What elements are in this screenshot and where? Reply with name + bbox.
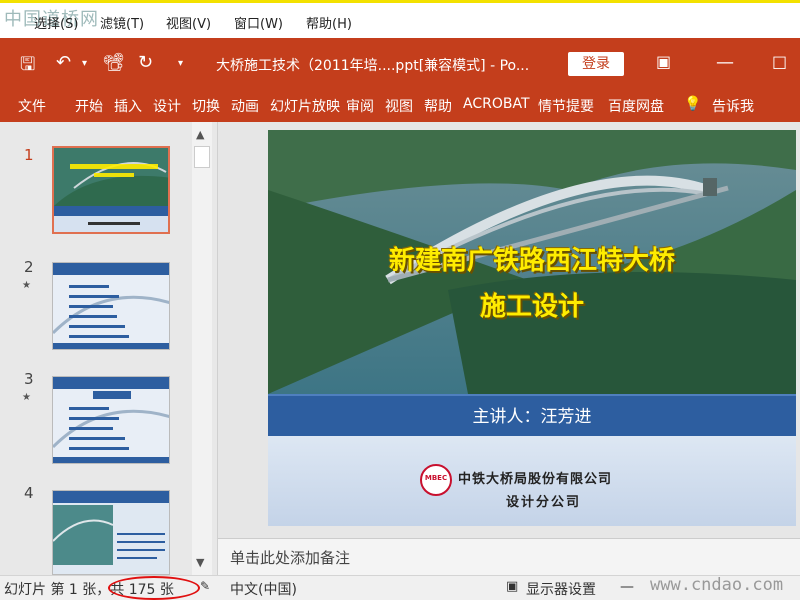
thumb-1-preview <box>54 148 168 232</box>
scrollbar-thumb[interactable] <box>194 146 210 168</box>
menu-select[interactable]: 选择(S) <box>34 13 78 32</box>
animation-star-icon: ★ <box>22 392 31 403</box>
menu-help[interactable]: 帮助(H) <box>306 13 352 32</box>
notes-pane[interactable]: 单击此处添加备注 <box>218 538 800 575</box>
display-settings-button[interactable]: 显示器设置 <box>526 579 596 599</box>
customize-icon[interactable]: ▾ <box>178 58 183 69</box>
animation-star-icon: ★ <box>22 280 31 291</box>
slide-thumbnail-2[interactable] <box>52 262 170 350</box>
display-settings-icon[interactable]: ▣ <box>506 579 518 594</box>
tab-help[interactable]: 帮助 <box>424 96 452 116</box>
company-name: 中铁大桥局股份有限公司 <box>458 472 613 487</box>
watermark-url: www.cndao.com <box>650 575 784 595</box>
thumb-3-preview <box>53 377 169 463</box>
presenter-band: 主讲人：汪芳进 <box>268 394 796 436</box>
tab-file[interactable]: 文件 <box>18 96 46 116</box>
tab-tell-me[interactable]: 告诉我 <box>712 96 754 116</box>
thumbnail-scrollbar[interactable]: ▲ ▼ <box>192 122 212 575</box>
slide-thumbnail-1[interactable] <box>52 146 170 234</box>
tab-home[interactable]: 开始 <box>75 96 103 116</box>
redo-icon[interactable]: ↻ <box>138 52 153 73</box>
slide-title-line-2: 施工设计 <box>479 292 584 322</box>
slide-number-4: 4 <box>24 484 34 502</box>
tab-storyboard[interactable]: 情节提要 <box>538 96 594 116</box>
tab-view[interactable]: 视图 <box>385 96 413 116</box>
menu-filter[interactable]: 滤镜(T) <box>100 13 144 32</box>
ribbon-display-icon[interactable]: ▣ <box>656 52 671 71</box>
logo-text: MBEC <box>424 474 448 482</box>
current-slide[interactable]: 新建南广铁路西江特大桥 施工设计 主讲人：汪芳进 MBEC 中铁大桥局股份有限公… <box>268 130 796 526</box>
spellcheck-icon[interactable]: ✎ <box>200 579 210 593</box>
chevron-down-icon[interactable]: ▾ <box>82 58 87 69</box>
tab-insert[interactable]: 插入 <box>114 96 142 116</box>
language-status[interactable]: 中文(中国) <box>230 579 297 599</box>
slide-editor: 新建南广铁路西江特大桥 施工设计 主讲人：汪芳进 MBEC 中铁大桥局股份有限公… <box>218 122 800 538</box>
login-button[interactable]: 登录 <box>568 52 624 76</box>
tab-review[interactable]: 审阅 <box>346 96 374 116</box>
slide-footer: MBEC 中铁大桥局股份有限公司 设计分公司 <box>268 436 796 526</box>
undo-icon[interactable]: ↶ <box>56 52 71 73</box>
tab-design[interactable]: 设计 <box>153 96 181 116</box>
maximize-icon[interactable]: □ <box>772 52 787 71</box>
host-menu-bar: 中国道桥网 选择(S) 滤镜(T) 视图(V) 窗口(W) 帮助(H) <box>0 0 800 38</box>
tab-transitions[interactable]: 切换 <box>192 96 220 116</box>
company-division: 设计分公司 <box>506 495 582 510</box>
tab-acrobat[interactable]: ACROBAT <box>463 96 533 112</box>
slide-number-3: 3 <box>24 370 34 388</box>
minimize-icon[interactable]: — <box>716 52 734 73</box>
thumb-4-preview <box>53 491 169 565</box>
title-bar: 🖫 ↶ ▾ 📽 ↻ ▾ 大桥施工技术（2011年培....ppt[兼容模式] -… <box>0 38 800 89</box>
slide-thumbnail-4[interactable] <box>52 490 170 575</box>
slide-number-2: 2 <box>24 258 34 276</box>
present-icon[interactable]: 📽 <box>102 52 125 73</box>
menu-view[interactable]: 视图(V) <box>166 13 211 32</box>
zoom-out-icon[interactable]: — <box>620 579 634 595</box>
menu-window[interactable]: 窗口(W) <box>234 13 283 32</box>
company-logo: MBEC <box>420 464 452 496</box>
slide-thumbnail-pane: 1 2 ★ 3 ★ 4 ▲ ▼ <box>0 122 218 575</box>
slide-number-1: 1 <box>24 146 34 164</box>
slide-title-line-1: 新建南广铁路西江特大桥 <box>388 246 675 276</box>
notes-placeholder: 单击此处添加备注 <box>230 549 351 567</box>
ribbon-tabs: 文件 开始 插入 设计 切换 动画 幻灯片放映 审阅 视图 帮助 ACROBAT… <box>0 89 800 122</box>
thumb-2-preview <box>53 263 169 349</box>
save-icon[interactable]: 🖫 <box>20 52 35 82</box>
tab-animations[interactable]: 动画 <box>231 96 259 116</box>
tab-baidu-netdisk[interactable]: 百度网盘 <box>608 96 664 116</box>
window-title: 大桥施工技术（2011年培....ppt[兼容模式] - Po... <box>216 58 530 74</box>
scroll-down-icon[interactable]: ▼ <box>196 556 204 569</box>
highlight-annotation <box>108 576 200 600</box>
slide-thumbnail-3[interactable] <box>52 376 170 464</box>
lightbulb-icon[interactable]: 💡 <box>684 96 701 112</box>
tab-slideshow[interactable]: 幻灯片放映 <box>270 96 344 116</box>
scroll-up-icon[interactable]: ▲ <box>196 128 204 141</box>
